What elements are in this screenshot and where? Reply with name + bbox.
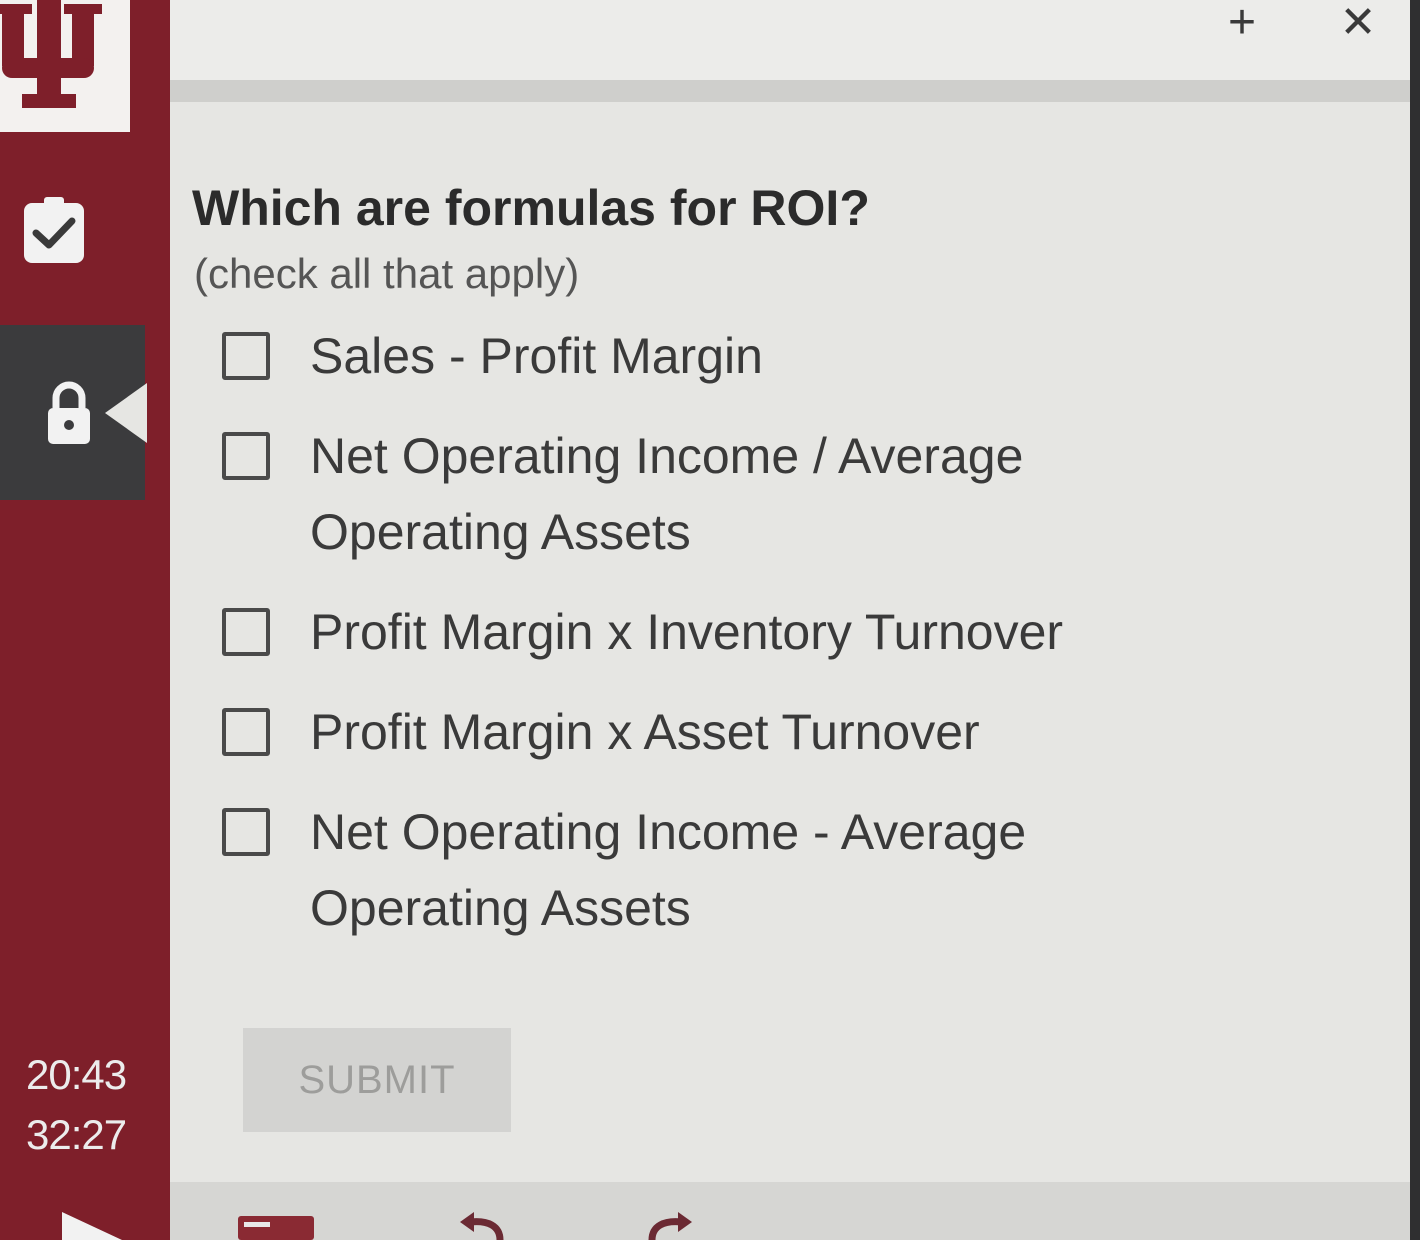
option-label: Sales - Profit Margin [310, 328, 763, 384]
option-label: Profit Margin x Asset Turnover [310, 704, 980, 760]
lock-icon [48, 381, 90, 444]
option-1[interactable]: Sales - Profit Margin [222, 324, 1372, 394]
window-edge [1410, 0, 1420, 1240]
bottom-toolbar [170, 1182, 1410, 1240]
checkbox[interactable] [222, 432, 270, 480]
sidebar: 20:43 32:27 [0, 0, 170, 1240]
option-2[interactable]: Net Operating Income / Average Operating… [222, 424, 1372, 570]
logo [0, 0, 130, 132]
option-4[interactable]: Profit Margin x Asset Turnover [222, 700, 1372, 770]
checkbox[interactable] [222, 808, 270, 856]
close-icon[interactable]: ✕ [1328, 0, 1388, 46]
iu-trident-logo-icon [0, 0, 102, 108]
sidebar-tab-lock[interactable] [0, 325, 145, 500]
question-hint: (check all that apply) [194, 250, 580, 297]
redo-icon[interactable] [646, 1208, 696, 1240]
screen: + ✕ 20:43 32:27 Which are formulas for R… [0, 0, 1420, 1240]
top-band [130, 80, 1410, 102]
option-label: Net Operating Income - Average Operating… [310, 804, 1027, 936]
timer-elapsed: 20:43 [26, 1051, 127, 1098]
book-icon[interactable] [236, 1208, 316, 1240]
option-5[interactable]: Net Operating Income - Average Operating… [222, 800, 1372, 946]
undo-icon[interactable] [456, 1208, 506, 1240]
checkbox[interactable] [222, 608, 270, 656]
clipboard-check-icon [24, 197, 84, 263]
timers: 20:43 32:27 [26, 1045, 127, 1165]
option-label: Profit Margin x Inventory Turnover [310, 604, 1064, 660]
question-title: Which are formulas for ROI? [192, 180, 870, 236]
checkbox[interactable] [222, 708, 270, 756]
plus-icon[interactable]: + [1212, 0, 1272, 47]
question-panel: Which are formulas for ROI? (check all t… [192, 176, 1372, 976]
submit-button[interactable]: SUBMIT [243, 1028, 511, 1132]
option-label: Net Operating Income / Average Operating… [310, 428, 1024, 560]
option-3[interactable]: Profit Margin x Inventory Turnover [222, 600, 1372, 670]
checkbox[interactable] [222, 332, 270, 380]
play-icon[interactable] [62, 1212, 122, 1240]
options-list: Sales - Profit Margin Net Operating Inco… [222, 324, 1372, 946]
sidebar-tab-assignment[interactable] [0, 140, 145, 320]
timer-remaining: 32:27 [26, 1111, 127, 1158]
